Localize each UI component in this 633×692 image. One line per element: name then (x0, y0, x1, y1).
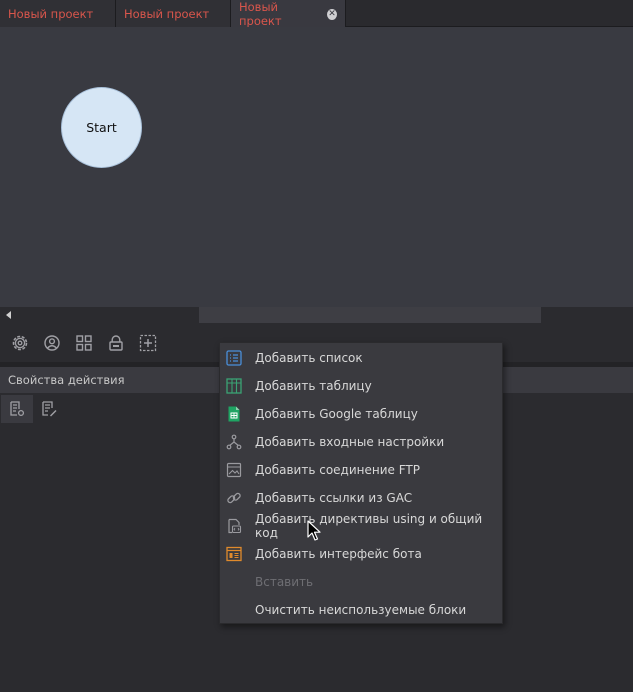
grid-button[interactable] (73, 332, 95, 354)
menu-item-add-list[interactable]: Добавить список (220, 344, 502, 372)
horizontal-scrollbar[interactable] (0, 307, 633, 323)
tab-action-settings[interactable] (1, 395, 33, 423)
properties-title: Свойства действия (8, 373, 125, 387)
add-block-icon (139, 334, 157, 352)
code-icon (225, 517, 243, 535)
menu-item-add-table[interactable]: Добавить таблицу (220, 372, 502, 400)
start-node[interactable]: Start (61, 87, 142, 168)
menu-item-label: Добавить список (255, 351, 363, 365)
menu-item-add-google-table[interactable]: Добавить Google таблицу (220, 400, 502, 428)
menu-item-paste[interactable]: Вставить (220, 568, 502, 596)
project-canvas[interactable]: Start (0, 27, 633, 307)
menu-item-clear-unused-blocks[interactable]: Очистить неиспользуемые блоки (220, 596, 502, 624)
user-button[interactable] (41, 332, 63, 354)
tab-bar: Новый проект Новый проект Новый проект ✕ (0, 0, 633, 28)
menu-item-label: Очистить неиспользуемые блоки (255, 603, 467, 617)
add-block-button[interactable] (137, 332, 159, 354)
grid-icon (76, 335, 92, 351)
bot-interface-icon (225, 545, 243, 563)
menu-item-add-ftp[interactable]: Добавить соединение FTP (220, 456, 502, 484)
tab-project-1[interactable]: Новый проект (0, 0, 116, 27)
tab-label: Новый проект (239, 0, 282, 28)
document-gear-icon (10, 401, 25, 417)
menu-item-label: Добавить Google таблицу (255, 407, 418, 421)
settings-button[interactable] (9, 332, 31, 354)
menu-item-label: Добавить таблицу (255, 379, 372, 393)
menu-item-add-gac-links[interactable]: Добавить ссылки из GAC (220, 484, 502, 512)
list-icon (225, 349, 243, 367)
lock-icon (109, 335, 123, 351)
ftp-icon (225, 461, 243, 479)
context-menu: Добавить список Добавить таблицу Добавит… (219, 342, 503, 624)
scroll-left-arrow-icon[interactable] (6, 311, 11, 319)
tab-project-3[interactable]: Новый проект ✕ (231, 0, 346, 28)
menu-item-label: Добавить ссылки из GAC (255, 491, 413, 505)
tab-label: Новый проект (8, 6, 94, 21)
input-settings-icon (225, 433, 243, 451)
link-icon (225, 489, 243, 507)
scrollbar-thumb[interactable] (199, 307, 541, 323)
menu-item-label: Добавить директивы using и общий код (255, 512, 483, 540)
menu-item-add-input-settings[interactable]: Добавить входные настройки (220, 428, 502, 456)
close-icon[interactable]: ✕ (326, 8, 337, 20)
tab-action-notes[interactable] (33, 395, 65, 423)
menu-item-add-using-directives[interactable]: Добавить директивы using и общий код (220, 512, 502, 540)
menu-item-label: Добавить интерфейс бота (255, 547, 422, 561)
document-edit-icon (42, 401, 57, 417)
menu-item-label: Вставить (255, 575, 314, 589)
menu-item-label: Добавить соединение FTP (255, 463, 420, 477)
tab-label: Новый проект (124, 6, 210, 21)
menu-item-label: Добавить входные настройки (255, 435, 445, 449)
tab-project-2[interactable]: Новый проект (116, 0, 231, 27)
table-icon (225, 377, 243, 395)
menu-item-add-bot-interface[interactable]: Добавить интерфейс бота (220, 540, 502, 568)
google-sheet-icon (225, 405, 243, 423)
user-circle-icon (44, 335, 60, 351)
gear-icon (12, 335, 28, 351)
start-node-label: Start (86, 120, 117, 135)
lock-button[interactable] (105, 332, 127, 354)
